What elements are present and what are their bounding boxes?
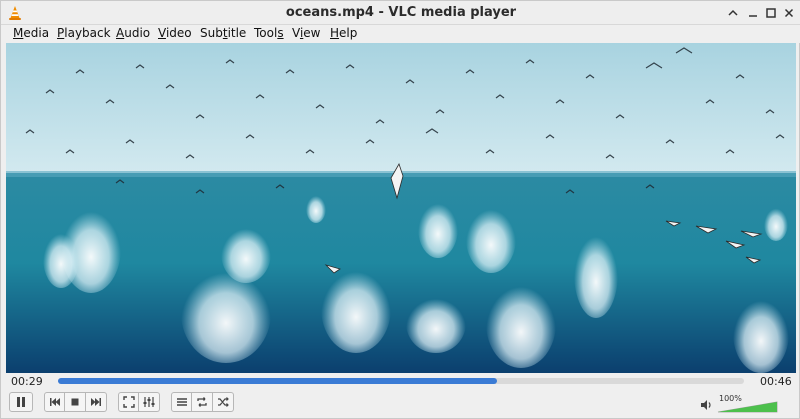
fullscreen-button[interactable]: [118, 392, 139, 412]
video-output[interactable]: [6, 43, 796, 373]
volume-slider[interactable]: [717, 401, 778, 413]
menu-tools[interactable]: Tools: [254, 26, 284, 40]
volume-icon[interactable]: [700, 399, 714, 411]
menu-media[interactable]: Media: [13, 26, 49, 40]
menu-mnemonic: t: [222, 26, 228, 40]
loop-button[interactable]: [192, 392, 213, 412]
next-button[interactable]: [86, 392, 107, 412]
stop-button[interactable]: [65, 392, 86, 412]
menu-mnemonic: P: [57, 26, 65, 40]
extended-settings-icon: [143, 397, 155, 407]
fullscreen-icon: [122, 396, 135, 408]
chevron-up-icon[interactable]: [726, 6, 740, 20]
menu-help[interactable]: Help: [330, 26, 357, 40]
maximize-icon[interactable]: [764, 6, 778, 20]
menu-video[interactable]: Video: [158, 26, 192, 40]
menu-label: Audio: [116, 26, 151, 40]
loop-icon: [197, 397, 207, 407]
remaining-time: 00:46: [760, 375, 792, 388]
stop-icon: [71, 398, 79, 406]
seek-slider[interactable]: [58, 378, 744, 384]
next-icon: [91, 398, 101, 406]
seek-progress: [58, 378, 498, 384]
menu-label: Media: [13, 26, 50, 40]
vlc-window: oceans.mp4 - VLC media player Media Play…: [0, 0, 800, 419]
menu-audio[interactable]: Audio: [116, 26, 150, 40]
menu-label: Video: [158, 26, 192, 40]
menu-bar: Media Playback Audio Video Subtitle Tool…: [1, 25, 800, 43]
menu-label: View: [292, 26, 321, 40]
menu-playback[interactable]: Playback: [57, 26, 111, 40]
menu-mnemonic: A: [116, 26, 125, 40]
close-icon[interactable]: [782, 6, 796, 20]
menu-subtitle[interactable]: Subtitle: [200, 26, 246, 40]
menu-label: Tools: [254, 26, 284, 40]
shuffle-icon: [218, 397, 229, 407]
menu-view[interactable]: View: [292, 26, 321, 40]
menu-label: Subtitle: [200, 26, 247, 40]
extended-settings-button[interactable]: [139, 392, 160, 412]
playlist-icon: [176, 398, 187, 406]
pause-icon: [17, 397, 25, 407]
menu-label: Help: [330, 26, 358, 40]
pause-button[interactable]: [9, 392, 33, 412]
transport-group: [44, 392, 107, 412]
menu-mnemonic: s: [277, 26, 284, 40]
previous-icon: [49, 398, 60, 406]
menu-mnemonic: V: [158, 26, 166, 40]
playlist-group: [171, 392, 234, 412]
menu-label: Playback: [57, 26, 111, 40]
menu-mnemonic: H: [330, 26, 340, 40]
shuffle-button[interactable]: [213, 392, 234, 412]
window-title: oceans.mp4 - VLC media player: [285, 5, 517, 20]
menu-mnemonic: i: [299, 26, 304, 40]
view-group: [118, 392, 160, 412]
title-bar: oceans.mp4 - VLC media player: [1, 1, 800, 25]
playlist-button[interactable]: [171, 392, 192, 412]
previous-button[interactable]: [44, 392, 65, 412]
minimize-icon[interactable]: [746, 6, 760, 20]
video-frame: [6, 43, 796, 373]
elapsed-time: 00:29: [11, 375, 43, 388]
menu-mnemonic: M: [13, 26, 24, 40]
